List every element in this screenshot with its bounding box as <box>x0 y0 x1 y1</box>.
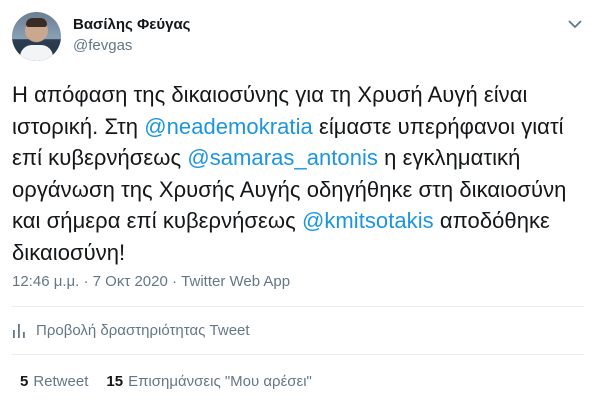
tweet-text: Η απόφαση της δικαιοσύνης για τη Χρυσή Α… <box>12 79 588 268</box>
tweet-stats: 5 Retweet 15 Επισημάνσεις "Μου αρέσει" <box>20 373 312 390</box>
author-avatar[interactable] <box>12 12 61 61</box>
meta-separator: · <box>167 273 182 290</box>
tweet-time[interactable]: 12:46 μ.μ. <box>12 273 79 290</box>
retweets-count: 5 <box>20 373 29 390</box>
more-options-button[interactable] <box>565 14 585 34</box>
retweets-stat[interactable]: 5 Retweet <box>20 373 88 390</box>
mention-link[interactable]: @kmitsotakis <box>302 208 434 233</box>
divider <box>12 306 584 307</box>
likes-stat[interactable]: 15 Επισημάνσεις "Μου αρέσει" <box>106 373 312 390</box>
author-display-name[interactable]: Βασίλης Φεύγας <box>73 16 190 33</box>
tweet-date[interactable]: 7 Οκτ 2020 <box>93 273 168 290</box>
view-tweet-activity-label: Προβολή δραστηριότητας Tweet <box>36 322 250 339</box>
avatar-hair <box>26 18 47 27</box>
likes-label: Επισημάνσεις "Μου αρέσει" <box>128 373 312 390</box>
chevron-down-icon <box>568 20 582 28</box>
avatar-shirt <box>20 45 53 61</box>
mention-link[interactable]: @samaras_antonis <box>187 145 378 170</box>
mention-link[interactable]: @neademokratia <box>144 114 313 139</box>
author-handle[interactable]: @fevgas <box>73 37 132 54</box>
divider <box>12 354 584 355</box>
likes-count: 15 <box>106 373 124 390</box>
bar-chart-icon <box>13 323 25 338</box>
tweet-metadata: 12:46 μ.μ. · 7 Οκτ 2020 · Twitter Web Ap… <box>12 273 290 290</box>
meta-separator: · <box>79 273 93 290</box>
view-tweet-activity-link[interactable]: Προβολή δραστηριότητας Tweet <box>12 322 250 339</box>
retweets-label: Retweet <box>33 373 89 390</box>
tweet-source[interactable]: Twitter Web App <box>181 273 290 290</box>
